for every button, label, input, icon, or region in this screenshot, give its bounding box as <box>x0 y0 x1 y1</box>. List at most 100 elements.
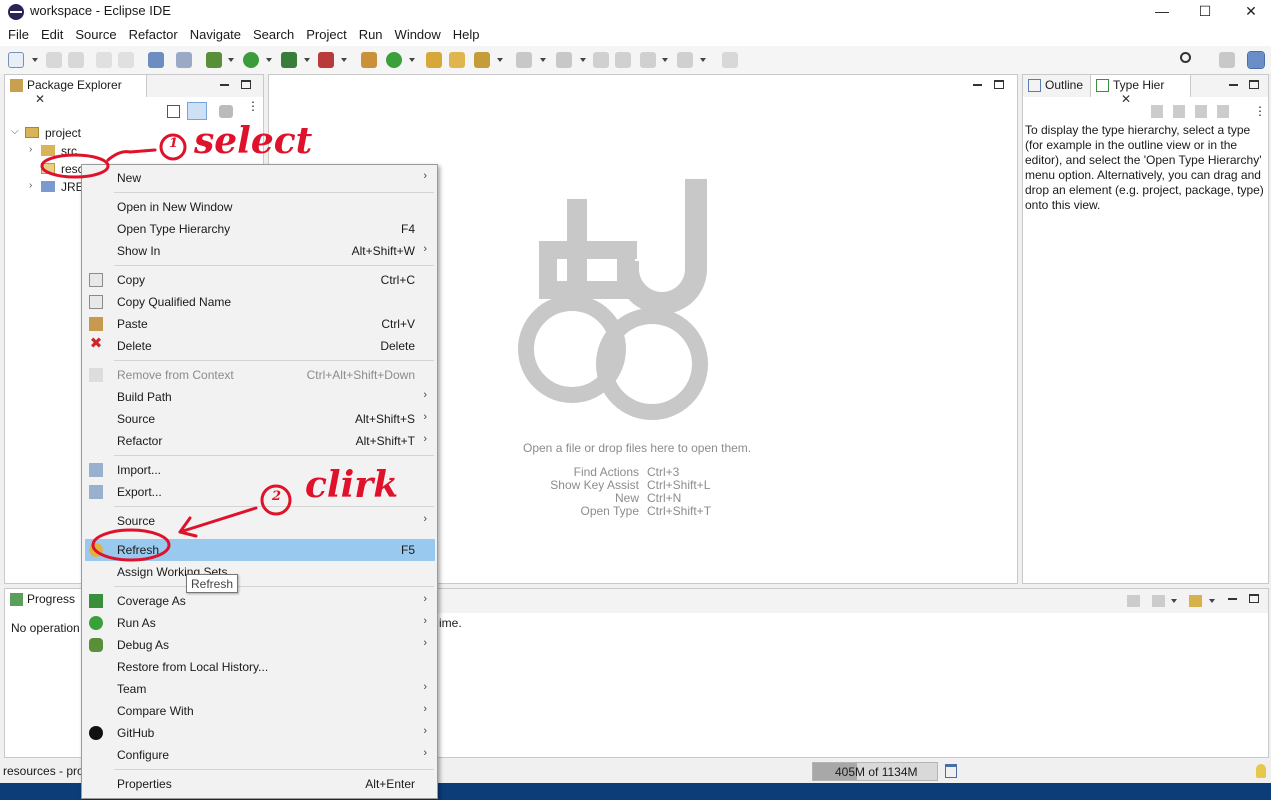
show-type-hierarchy-icon[interactable] <box>1151 105 1163 118</box>
menu-item-build-path[interactable]: Build Path › <box>85 386 435 408</box>
menu-item-coverage-as[interactable]: Coverage As › <box>85 590 435 612</box>
minimize-view-icon[interactable] <box>220 84 229 86</box>
minimize-view-icon[interactable] <box>1228 598 1237 600</box>
close-tab-icon[interactable]: ✕ <box>1121 92 1131 106</box>
menu-item-show-in[interactable]: Show In Alt+Shift+W › <box>85 240 435 262</box>
remove-finished-icon[interactable] <box>1127 595 1140 607</box>
previous-annotation-dropdown-icon[interactable] <box>580 58 586 62</box>
maximize-button[interactable]: ☐ <box>1182 0 1228 24</box>
menu-item-team[interactable]: Team › <box>85 678 435 700</box>
save-all-icon[interactable] <box>68 52 84 68</box>
view-menu-icon[interactable]: ⋮ <box>1254 104 1266 118</box>
menu-source[interactable]: Source <box>69 24 122 46</box>
new-class-dropdown-icon[interactable] <box>409 58 415 62</box>
link-with-editor-icon[interactable] <box>187 102 207 120</box>
tab-package-explorer[interactable]: Package Explorer ✕ <box>5 75 147 106</box>
back-icon[interactable] <box>640 52 656 68</box>
coverage-dropdown-icon[interactable] <box>304 58 310 62</box>
minimize-editor-icon[interactable] <box>973 84 982 86</box>
view-menu-icon[interactable]: ⋮ <box>247 100 259 112</box>
close-button[interactable]: ✕ <box>1228 0 1271 24</box>
menu-item-open-type-hierarchy[interactable]: Open Type Hierarchy F4 <box>85 218 435 240</box>
new-class-icon[interactable] <box>386 52 402 68</box>
redo-icon[interactable] <box>118 52 134 68</box>
heap-status[interactable]: 405M of 1134M <box>812 762 938 781</box>
open-type-icon[interactable] <box>426 52 442 68</box>
open-perspective-icon[interactable] <box>1219 52 1235 68</box>
menu-item-refactor[interactable]: Refactor Alt+Shift+T › <box>85 430 435 452</box>
next-annotation-dropdown-icon[interactable] <box>540 58 546 62</box>
maximize-editor-icon[interactable] <box>994 80 1004 89</box>
menu-item-open-in-new-window[interactable]: Open in New Window <box>85 196 435 218</box>
new-icon[interactable] <box>8 52 24 68</box>
forward-edit-icon[interactable] <box>615 52 631 68</box>
maximize-view-icon[interactable] <box>1249 80 1259 89</box>
menu-item-github[interactable]: GitHub › <box>85 722 435 744</box>
undo-icon[interactable] <box>96 52 112 68</box>
search-tool-icon[interactable] <box>474 52 490 68</box>
maximize-view-icon[interactable] <box>1249 594 1259 603</box>
run-dropdown-icon[interactable] <box>266 58 272 62</box>
history-icon[interactable] <box>1217 105 1229 118</box>
new-java-project-icon[interactable] <box>361 52 377 68</box>
menu-item-delete[interactable]: ✖ Delete Delete <box>85 335 435 357</box>
open-console-icon[interactable] <box>1189 595 1202 607</box>
menu-item-debug-as[interactable]: Debug As › <box>85 634 435 656</box>
tip-of-the-day-icon[interactable] <box>1256 764 1266 778</box>
menu-item-source-2[interactable]: Source › <box>85 510 435 532</box>
tab-progress[interactable]: Progress <box>5 589 85 613</box>
last-edit-location-icon[interactable] <box>593 52 609 68</box>
menu-item-copy-qualified-name[interactable]: Copy Qualified Name <box>85 291 435 313</box>
search-tool-dropdown-icon[interactable] <box>497 58 503 62</box>
menu-item-assign-working-sets[interactable]: Assign Working Sets... <box>85 561 435 583</box>
menu-refactor[interactable]: Refactor <box>123 24 184 46</box>
menu-project[interactable]: Project <box>300 24 352 46</box>
run-icon[interactable] <box>243 52 259 68</box>
console-icon[interactable] <box>148 52 164 68</box>
menu-item-source[interactable]: Source Alt+Shift+S › <box>85 408 435 430</box>
coverage-icon[interactable] <box>281 52 297 68</box>
menu-run[interactable]: Run <box>353 24 389 46</box>
collapse-arrow-icon[interactable]: › <box>29 180 32 191</box>
open-resource-icon[interactable] <box>449 52 465 68</box>
minimize-button[interactable]: — <box>1139 0 1185 24</box>
open-console-dropdown-icon[interactable] <box>1209 599 1215 603</box>
menu-search[interactable]: Search <box>247 24 300 46</box>
minimize-view-icon[interactable] <box>1229 84 1238 86</box>
debug-dropdown-icon[interactable] <box>228 58 234 62</box>
external-tools-dropdown-icon[interactable] <box>341 58 347 62</box>
new-dropdown-icon[interactable] <box>32 58 38 62</box>
collapse-arrow-icon[interactable]: › <box>29 144 32 155</box>
debug-icon[interactable] <box>206 52 222 68</box>
expand-arrow-icon[interactable]: ⌵ <box>11 126 19 137</box>
tab-type-hierarchy[interactable]: Type Hier ✕ <box>1091 75 1191 106</box>
menu-edit[interactable]: Edit <box>35 24 69 46</box>
skip-breakpoints-icon[interactable] <box>176 52 192 68</box>
menu-file[interactable]: File <box>2 24 35 46</box>
back-dropdown-icon[interactable] <box>662 58 668 62</box>
menu-item-configure[interactable]: Configure › <box>85 744 435 766</box>
console-dropdown-icon[interactable] <box>1171 599 1177 603</box>
menu-navigate[interactable]: Navigate <box>184 24 247 46</box>
menu-item-restore-local-history[interactable]: Restore from Local History... <box>85 656 435 678</box>
menu-item-properties[interactable]: Properties Alt+Enter <box>85 773 435 795</box>
pin-editor-icon[interactable] <box>722 52 738 68</box>
collapse-all-icon[interactable] <box>167 105 180 118</box>
save-icon[interactable] <box>46 52 62 68</box>
menu-item-copy[interactable]: Copy Ctrl+C <box>85 269 435 291</box>
menu-item-paste[interactable]: Paste Ctrl+V <box>85 313 435 335</box>
close-tab-icon[interactable]: ✕ <box>35 92 45 106</box>
show-subtype-hierarchy-icon[interactable] <box>1195 105 1207 118</box>
filter-icon[interactable] <box>219 105 233 118</box>
tab-outline[interactable]: Outline <box>1023 75 1091 97</box>
garbage-collect-icon[interactable] <box>945 764 957 778</box>
menu-item-compare-with[interactable]: Compare With › <box>85 700 435 722</box>
forward-dropdown-icon[interactable] <box>700 58 706 62</box>
search-icon[interactable] <box>1180 52 1191 63</box>
next-annotation-icon[interactable] <box>516 52 532 68</box>
external-tools-icon[interactable] <box>318 52 334 68</box>
console-view-icon[interactable] <box>1152 595 1165 607</box>
show-supertype-hierarchy-icon[interactable] <box>1173 105 1185 118</box>
forward-icon[interactable] <box>677 52 693 68</box>
menu-item-refresh[interactable]: Refresh F5 <box>85 539 435 561</box>
